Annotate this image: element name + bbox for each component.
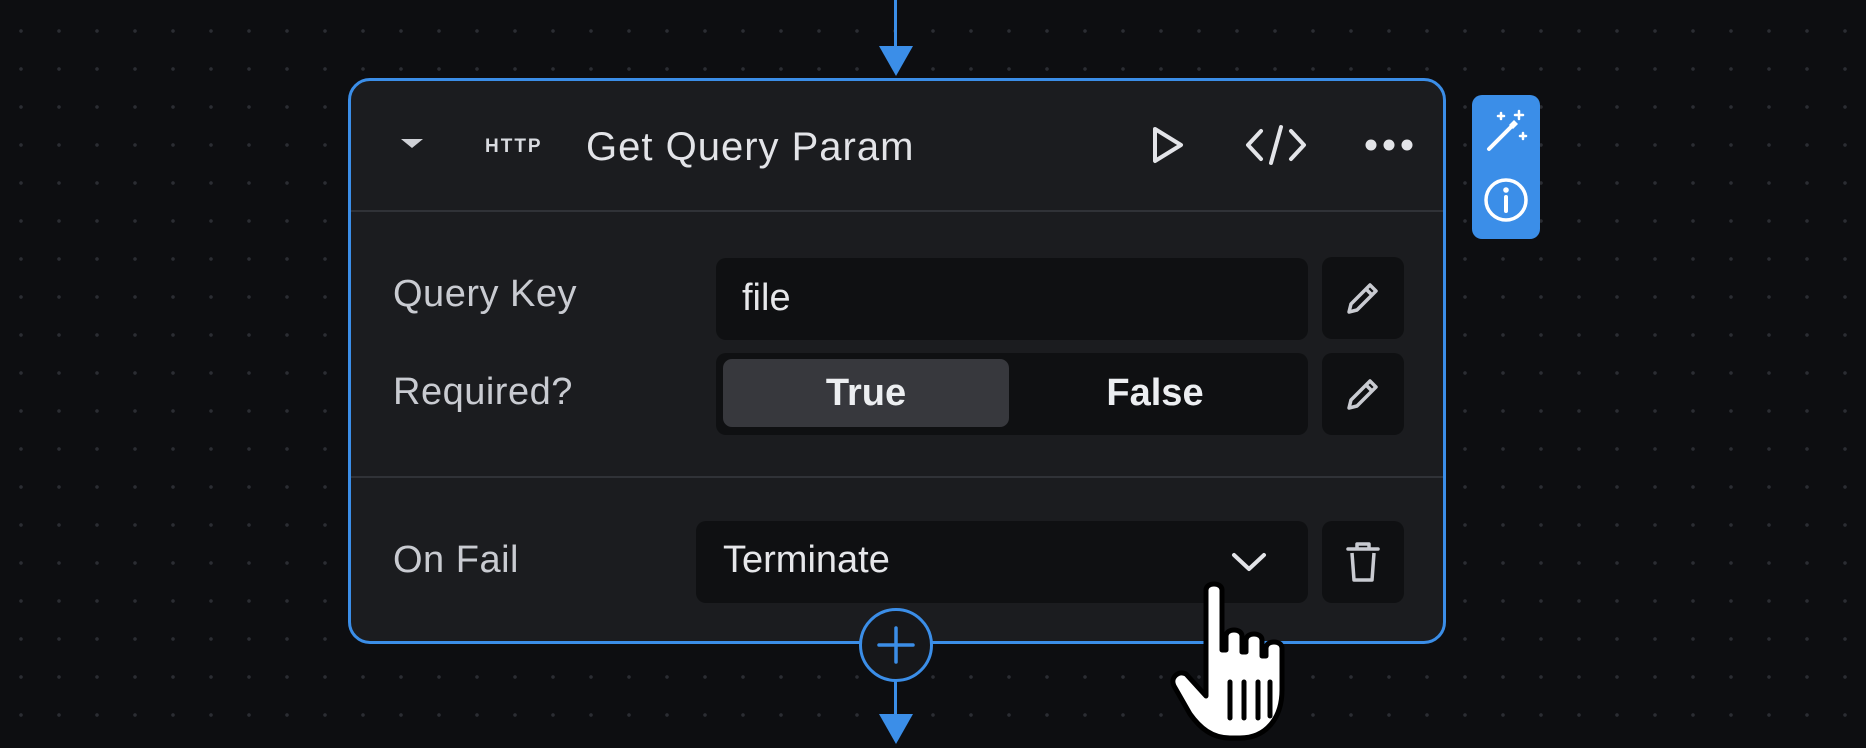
more-horizontal-icon: [1365, 139, 1413, 151]
code-button[interactable]: [1241, 115, 1311, 175]
node-header: HTTP Get Query Param: [351, 81, 1443, 212]
query-key-edit-button[interactable]: [1322, 257, 1404, 339]
code-icon: [1246, 125, 1306, 165]
run-button[interactable]: [1137, 115, 1197, 175]
add-step-button[interactable]: [859, 608, 933, 682]
http-type-badge: HTTP: [485, 136, 543, 157]
pencil-icon: [1347, 283, 1378, 314]
workflow-canvas: HTTP Get Query Param Query Key file Requ…: [0, 0, 1866, 748]
query-key-label: Query Key: [393, 273, 578, 315]
node-side-panel: [1472, 95, 1540, 239]
required-label: Required?: [393, 371, 573, 413]
outgoing-arrow: [879, 714, 913, 744]
section-divider: [351, 476, 1443, 478]
more-options-button[interactable]: [1354, 115, 1424, 175]
incoming-connector: [894, 0, 897, 48]
chevron-down-icon: [1232, 553, 1266, 571]
delete-button[interactable]: [1322, 521, 1404, 603]
outgoing-connector: [894, 680, 897, 716]
hand-cursor-icon: [1170, 581, 1285, 741]
caret-down-icon[interactable]: [401, 139, 423, 148]
plus-icon: [877, 626, 915, 664]
required-edit-button[interactable]: [1322, 353, 1404, 435]
required-toggle[interactable]: True False: [716, 353, 1308, 435]
query-key-value: file: [742, 277, 791, 319]
incoming-arrow: [879, 46, 913, 76]
workflow-node-card[interactable]: HTTP Get Query Param Query Key file Requ…: [348, 78, 1446, 644]
info-icon[interactable]: [1481, 175, 1531, 225]
node-title[interactable]: Get Query Param: [586, 125, 914, 170]
query-key-input[interactable]: file: [716, 258, 1308, 340]
on-fail-value: Terminate: [723, 539, 890, 581]
required-option-false[interactable]: False: [1012, 359, 1298, 427]
on-fail-label: On Fail: [393, 539, 519, 581]
pencil-icon: [1347, 379, 1378, 410]
play-icon: [1153, 127, 1183, 163]
trash-icon: [1346, 542, 1380, 582]
required-option-true[interactable]: True: [723, 359, 1009, 427]
magic-wand-icon[interactable]: [1481, 107, 1531, 157]
